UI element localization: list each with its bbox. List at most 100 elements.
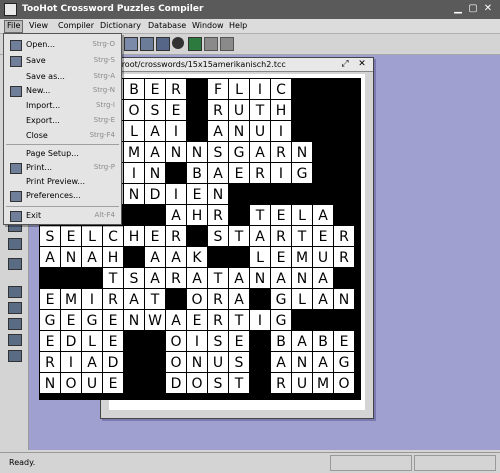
grid-cell[interactable]: R — [208, 289, 229, 310]
grid-cell[interactable]: A — [82, 352, 103, 373]
grid-cell[interactable]: A — [250, 142, 271, 163]
grid-cell-blocked[interactable] — [334, 100, 355, 121]
layout-icon[interactable] — [140, 37, 154, 51]
grid-cell[interactable]: N — [124, 184, 145, 205]
grid-cell[interactable]: S — [145, 100, 166, 121]
grid-cell[interactable]: G — [334, 352, 355, 373]
grid-cell-blocked[interactable] — [292, 79, 313, 100]
grid-cell[interactable]: E — [166, 100, 187, 121]
grid-cell[interactable]: B — [313, 331, 334, 352]
grid-cell[interactable]: D — [145, 184, 166, 205]
grid-cell[interactable]: G — [271, 310, 292, 331]
grid-cell[interactable]: T — [229, 310, 250, 331]
grid-cell[interactable]: R — [271, 226, 292, 247]
grid-cell-blocked[interactable] — [313, 163, 334, 184]
grid-cell-blocked[interactable] — [229, 205, 250, 226]
grid-cell-blocked[interactable] — [334, 79, 355, 100]
grid-cell[interactable]: T — [250, 100, 271, 121]
grid-cell[interactable]: N — [187, 352, 208, 373]
menu-file[interactable]: File — [4, 20, 24, 33]
grid-cell-blocked[interactable] — [250, 352, 271, 373]
grid-cell[interactable]: U — [250, 121, 271, 142]
grid-cell-blocked[interactable] — [313, 184, 334, 205]
grid-cell[interactable]: G — [229, 142, 250, 163]
grid-cell-blocked[interactable] — [250, 184, 271, 205]
grid-cell[interactable]: O — [166, 352, 187, 373]
maximize-icon[interactable]: ▢ — [467, 3, 479, 15]
tool-icon-7[interactable] — [8, 334, 22, 346]
grid-cell-blocked[interactable] — [292, 310, 313, 331]
grid-cell-blocked[interactable] — [61, 268, 82, 289]
file-menu-item[interactable]: Print Preview... — [4, 175, 121, 189]
grid-cell[interactable]: N — [250, 268, 271, 289]
grid-cell[interactable]: L — [82, 226, 103, 247]
grid-cell[interactable]: C — [271, 79, 292, 100]
grid-cell-blocked[interactable] — [334, 310, 355, 331]
file-menu-item[interactable]: Print... Strg-P — [4, 161, 121, 175]
grid-cell[interactable]: E — [313, 226, 334, 247]
grid-cell[interactable]: A — [40, 247, 61, 268]
grid-cell[interactable]: D — [166, 373, 187, 394]
grid-cell[interactable]: S — [40, 226, 61, 247]
grid-cell[interactable]: N — [61, 247, 82, 268]
grid-cell[interactable]: N — [166, 142, 187, 163]
grid-cell-blocked[interactable] — [250, 373, 271, 394]
grid-cell[interactable]: E — [103, 373, 124, 394]
grid-cell-blocked[interactable] — [124, 205, 145, 226]
grid-cell-blocked[interactable] — [334, 184, 355, 205]
grid-cell[interactable]: E — [187, 184, 208, 205]
grid-cell-blocked[interactable] — [334, 205, 355, 226]
grid-cell[interactable]: E — [187, 310, 208, 331]
grid-cell[interactable]: E — [271, 247, 292, 268]
file-menu-item[interactable]: New... Strg-N — [4, 84, 121, 98]
grid-cell[interactable]: K — [187, 247, 208, 268]
grid-cell-blocked[interactable] — [313, 310, 334, 331]
grid-cell-blocked[interactable] — [313, 142, 334, 163]
menu-window[interactable]: Window — [192, 21, 224, 30]
grid-cell[interactable]: A — [208, 121, 229, 142]
compile-icon[interactable] — [172, 37, 184, 49]
grid-cell-blocked[interactable] — [334, 163, 355, 184]
grid-cell[interactable]: L — [124, 121, 145, 142]
grid-cell[interactable]: A — [145, 142, 166, 163]
file-menu-item[interactable]: Save Strg-S — [4, 54, 121, 68]
lock-icon[interactable] — [204, 37, 218, 51]
grid-cell[interactable]: A — [166, 205, 187, 226]
grid-cell[interactable]: S — [229, 352, 250, 373]
grid-cell[interactable]: U — [82, 373, 103, 394]
grid-cell[interactable]: U — [229, 100, 250, 121]
grid-cell[interactable]: L — [292, 205, 313, 226]
grid-cell[interactable]: I — [250, 79, 271, 100]
grid-cell[interactable]: G — [82, 310, 103, 331]
grid-cell[interactable]: T — [208, 268, 229, 289]
grid-cell-blocked[interactable] — [292, 100, 313, 121]
grid-cell[interactable]: D — [103, 352, 124, 373]
grid-cell[interactable]: R — [103, 289, 124, 310]
file-menu-item[interactable]: Open... Strg-O — [4, 38, 121, 52]
grid-cell[interactable]: A — [271, 352, 292, 373]
grid-cell[interactable]: O — [334, 373, 355, 394]
grid-cell[interactable]: A — [313, 289, 334, 310]
grid-cell[interactable]: G — [292, 163, 313, 184]
grid-cell[interactable]: I — [61, 352, 82, 373]
doc-maximize-icon[interactable]: ⤢ — [340, 59, 350, 69]
grid-cell[interactable]: R — [271, 142, 292, 163]
grid-cell[interactable]: A — [229, 268, 250, 289]
grid-cell[interactable]: A — [145, 247, 166, 268]
tool-icon-2[interactable] — [8, 238, 22, 250]
grid-cell-blocked[interactable] — [229, 247, 250, 268]
grid-cell[interactable]: I — [271, 163, 292, 184]
grid-cell[interactable]: A — [166, 310, 187, 331]
grid-cell-blocked[interactable] — [166, 289, 187, 310]
grid-cell[interactable]: T — [229, 373, 250, 394]
grid-cell[interactable]: I — [166, 121, 187, 142]
grid-cell[interactable]: E — [145, 226, 166, 247]
grid-cell[interactable]: S — [208, 226, 229, 247]
grid-cell[interactable]: S — [208, 142, 229, 163]
doc-close-icon[interactable]: ✕ — [357, 59, 367, 69]
grid-cell[interactable]: T — [229, 226, 250, 247]
grid-cell[interactable]: H — [124, 226, 145, 247]
file-menu-item[interactable]: Import... Strg-I — [4, 99, 121, 113]
grid-cell-blocked[interactable] — [250, 331, 271, 352]
grid-cell[interactable]: N — [40, 373, 61, 394]
